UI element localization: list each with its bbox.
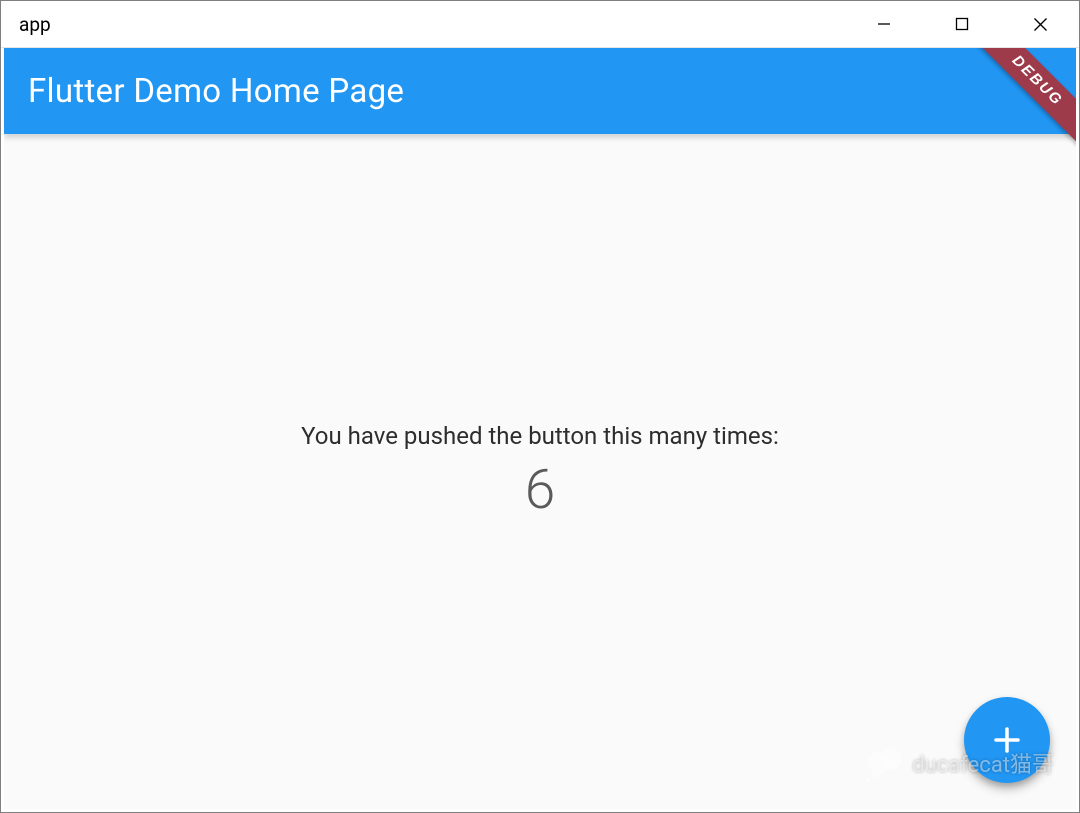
plus-icon xyxy=(989,722,1025,758)
push-count-label: You have pushed the button this many tim… xyxy=(301,422,779,450)
window-frame: app Flutter Demo Home Page DEBUG You hav… xyxy=(0,0,1080,813)
appbar: Flutter Demo Home Page DEBUG xyxy=(4,48,1076,134)
minimize-button[interactable] xyxy=(845,1,923,47)
close-icon xyxy=(1033,17,1048,32)
close-button[interactable] xyxy=(1001,1,1079,47)
window-controls xyxy=(845,1,1079,47)
appbar-title: Flutter Demo Home Page xyxy=(28,72,404,111)
counter-value: 6 xyxy=(525,458,556,522)
window-title: app xyxy=(1,13,51,36)
content-area: You have pushed the button this many tim… xyxy=(4,134,1076,809)
minimize-icon xyxy=(877,17,891,31)
maximize-button[interactable] xyxy=(923,1,1001,47)
app-body: Flutter Demo Home Page DEBUG You have pu… xyxy=(1,48,1079,812)
titlebar: app xyxy=(1,1,1079,48)
maximize-icon xyxy=(955,17,969,31)
increment-fab[interactable] xyxy=(964,697,1050,783)
